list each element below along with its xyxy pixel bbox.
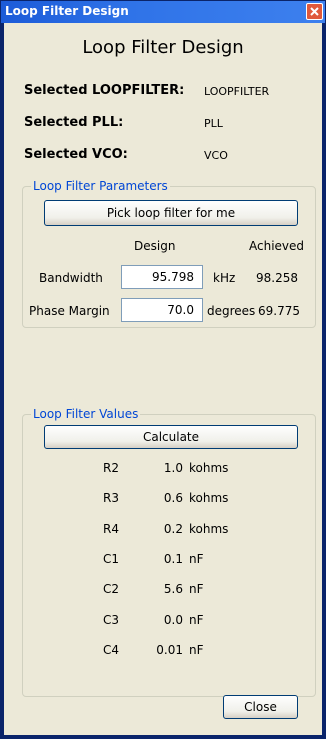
component-value: 0.6 (163, 491, 183, 505)
phase-margin-design-input[interactable]: 70.0 (121, 298, 203, 322)
selected-loopfilter-value: LOOPFILTER (204, 85, 270, 98)
bandwidth-unit: kHz (213, 271, 236, 285)
component-unit: nF (189, 643, 204, 657)
dialog-body: Loop Filter Design Selected LOOPFILTER: … (4, 23, 322, 735)
component-unit: kohms (189, 491, 229, 505)
selected-loopfilter-label: Selected LOOPFILTER: (24, 83, 185, 98)
component-value: 0.0 (163, 613, 183, 627)
component-unit: nF (189, 613, 204, 627)
component-unit: kohms (189, 461, 229, 475)
component-value: 1.0 (163, 461, 183, 475)
dialog-heading: Loop Filter Design (82, 37, 244, 58)
parameters-group-legend: Loop Filter Parameters (31, 179, 170, 193)
window-title: Loop Filter Design (5, 4, 129, 18)
selected-vco-value: VCO (204, 149, 228, 162)
calculate-button[interactable]: Calculate (44, 425, 298, 449)
component-value: 0.2 (163, 522, 183, 536)
component-value: 0.01 (156, 643, 183, 657)
achieved-column-header: Achieved (249, 239, 305, 253)
selected-vco-label: Selected VCO: (24, 147, 128, 162)
close-button[interactable]: Close (223, 695, 298, 719)
selected-pll-label: Selected PLL: (24, 115, 124, 130)
phase-margin-unit: degrees (207, 304, 256, 318)
title-bar[interactable]: Loop Filter Design (1, 1, 325, 23)
design-column-header: Design (134, 239, 176, 253)
component-unit: kohms (189, 522, 229, 536)
phase-margin-label: Phase Margin (29, 304, 110, 318)
component-unit: nF (189, 552, 204, 566)
parameters-group: Loop Filter Parameters Pick loop filter … (22, 179, 316, 328)
dialog-window: Loop Filter Design Loop Filter Design Se… (0, 0, 326, 739)
selected-pll-value: PLL (204, 117, 223, 130)
values-group-legend: Loop Filter Values (31, 407, 141, 421)
component-unit: nF (189, 582, 204, 596)
component-value: 5.6 (163, 582, 183, 596)
bandwidth-label: Bandwidth (39, 271, 103, 285)
values-group: Loop Filter Values Calculate R2 1.0 kohm… (22, 407, 316, 697)
bandwidth-achieved-value: 98.258 (256, 271, 298, 285)
bandwidth-design-input[interactable]: 95.798 (121, 265, 203, 289)
pick-loop-filter-button[interactable]: Pick loop filter for me (44, 200, 298, 226)
window-close-button[interactable] (306, 3, 323, 20)
component-value: 0.1 (163, 552, 183, 566)
phase-margin-achieved-value: 69.775 (258, 304, 300, 318)
